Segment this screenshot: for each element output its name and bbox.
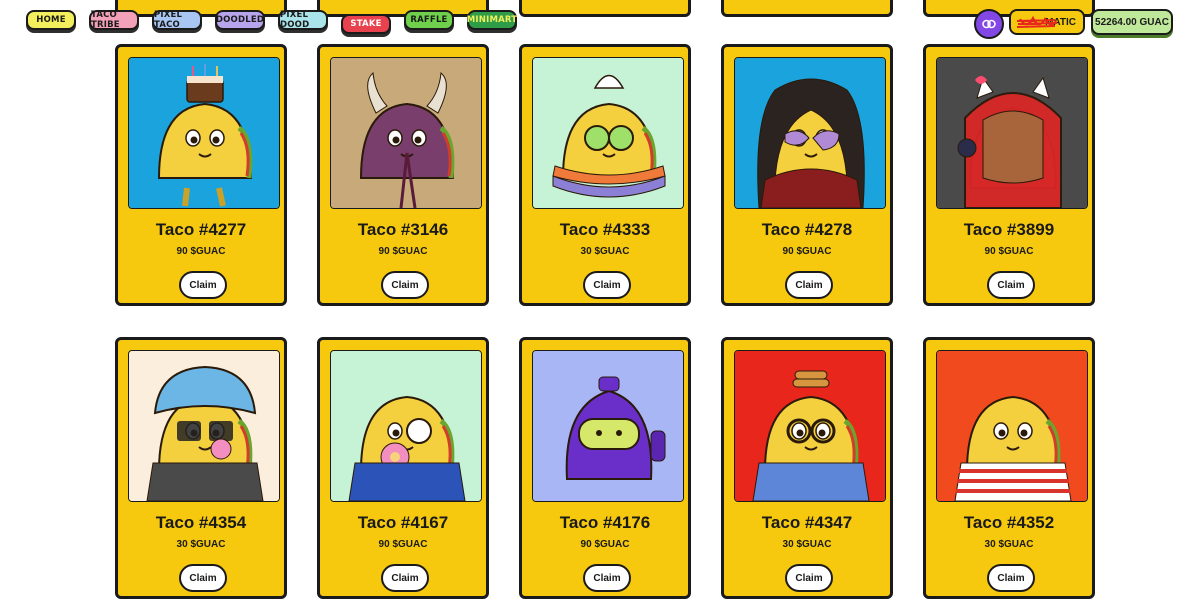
claim-button[interactable]: Claim (785, 564, 833, 592)
taco-artwork (532, 350, 684, 502)
taco-price: 30 $GUAC (984, 539, 1034, 550)
taco-artwork (936, 57, 1088, 209)
taco-price: 90 $GUAC (580, 539, 630, 550)
nav-home[interactable]: HOME (26, 10, 76, 30)
taco-artwork (734, 57, 886, 209)
claim-button[interactable]: Claim (583, 564, 631, 592)
taco-price: 90 $GUAC (378, 246, 428, 257)
nav-minimart[interactable]: MINIMART (467, 10, 517, 30)
taco-card: Taco #4278 90 $GUAC Claim (721, 44, 893, 306)
taco-price: 30 $GUAC (580, 246, 630, 257)
claim-button[interactable]: Claim (381, 564, 429, 592)
nav-pixel-dood[interactable]: PIXEL DOOD (278, 10, 328, 30)
taco-artwork (128, 57, 280, 209)
taco-card: Taco #3146 90 $GUAC Claim (317, 44, 489, 306)
redacted-scribble-icon (1016, 16, 1058, 28)
claim-button[interactable]: Claim (179, 271, 227, 299)
nav-stake[interactable]: STAKE (341, 14, 391, 34)
taco-card: Taco #4354 30 $GUAC Claim (115, 337, 287, 599)
nav-raffle[interactable]: RAFFLE (404, 10, 454, 30)
matic-balance[interactable]: MATIC (1009, 9, 1085, 35)
taco-price: 90 $GUAC (176, 246, 226, 257)
guac-balance-text: 52264.00 GUAC (1095, 16, 1169, 28)
claim-button[interactable]: Claim (583, 271, 631, 299)
taco-price: 90 $GUAC (984, 246, 1034, 257)
taco-artwork (734, 350, 886, 502)
taco-artwork (128, 350, 280, 502)
top-nav: HOME TACO TRIBE PIXEL TACO DOODLED PIXEL… (0, 0, 1200, 40)
taco-title: Taco #4347 (761, 513, 853, 532)
claim-button[interactable]: Claim (987, 564, 1035, 592)
polygon-icon (982, 19, 996, 29)
taco-price: 90 $GUAC (378, 539, 428, 550)
taco-title: Taco #3899 (963, 220, 1055, 239)
nav-pixel-taco[interactable]: PIXEL TACO (152, 10, 202, 30)
taco-artwork (532, 57, 684, 209)
taco-artwork (330, 57, 482, 209)
taco-title: Taco #4176 (559, 513, 651, 532)
taco-title: Taco #4167 (357, 513, 449, 532)
nav-taco-tribe[interactable]: TACO TRIBE (89, 10, 139, 30)
taco-card: Taco #4333 30 $GUAC Claim (519, 44, 691, 306)
taco-card: Taco #4167 90 $GUAC Claim (317, 337, 489, 599)
taco-title: Taco #4277 (155, 220, 247, 239)
taco-card: Taco #4352 30 $GUAC Claim (923, 337, 1095, 599)
nav-doodled[interactable]: DOODLED (215, 10, 265, 30)
taco-title: Taco #4278 (761, 220, 853, 239)
taco-price: 30 $GUAC (782, 539, 832, 550)
claim-button[interactable]: Claim (381, 271, 429, 299)
claim-button[interactable]: Claim (785, 271, 833, 299)
taco-title: Taco #4352 (963, 513, 1055, 532)
taco-title: Taco #4333 (559, 220, 651, 239)
taco-price: 30 $GUAC (176, 539, 226, 550)
taco-artwork (936, 350, 1088, 502)
claim-button[interactable]: Claim (987, 271, 1035, 299)
taco-card: Taco #4277 90 $GUAC Claim (115, 44, 287, 306)
taco-title: Taco #4354 (155, 513, 247, 532)
taco-title: Taco #3146 (357, 220, 449, 239)
polygon-network-button[interactable] (974, 9, 1004, 39)
taco-artwork (330, 350, 482, 502)
taco-card: Taco #4176 90 $GUAC Claim (519, 337, 691, 599)
taco-card: Taco #4347 30 $GUAC Claim (721, 337, 893, 599)
guac-balance[interactable]: 52264.00 GUAC (1091, 9, 1173, 35)
taco-price: 90 $GUAC (782, 246, 832, 257)
taco-card: Taco #3899 90 $GUAC Claim (923, 44, 1095, 306)
claim-button[interactable]: Claim (179, 564, 227, 592)
